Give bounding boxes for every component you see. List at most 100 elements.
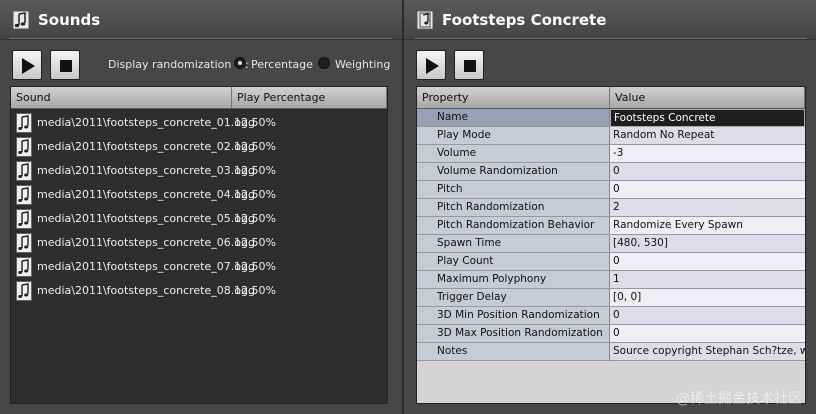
property-row[interactable]: Pitch Randomization 2 bbox=[417, 199, 805, 217]
properties-title: Footsteps Concrete bbox=[442, 11, 607, 29]
play-percentage: 12.50% bbox=[234, 284, 276, 297]
property-value[interactable]: 2 bbox=[610, 199, 805, 217]
property-name: Pitch Randomization Behavior bbox=[417, 217, 610, 235]
property-row[interactable]: 3D Min Position Randomization 0 bbox=[417, 307, 805, 325]
sound-file-icon bbox=[16, 281, 32, 301]
property-row[interactable]: Play Count 0 bbox=[417, 253, 805, 271]
sound-file-name: media\2011\footsteps_concrete_06.ogg bbox=[37, 236, 255, 249]
list-item[interactable]: media\2011\footsteps_concrete_02.ogg 12.5… bbox=[11, 135, 387, 159]
property-name: Volume bbox=[417, 145, 610, 163]
sound-file-name: media\2011\footsteps_concrete_04.ogg bbox=[37, 188, 255, 201]
play-icon bbox=[426, 58, 439, 74]
property-row[interactable]: Pitch 0 bbox=[417, 181, 805, 199]
property-value[interactable]: 0 bbox=[610, 325, 805, 343]
property-value[interactable]: 0 bbox=[610, 253, 805, 271]
sound-file-name: media\2011\footsteps_concrete_08.ogg bbox=[37, 284, 255, 297]
percentage-radio-label[interactable]: Percentage bbox=[251, 58, 313, 71]
stop-icon bbox=[464, 60, 476, 72]
property-value[interactable]: -3 bbox=[610, 145, 805, 163]
percentage-radio[interactable] bbox=[234, 57, 246, 69]
play-icon bbox=[22, 58, 35, 74]
property-name: Name bbox=[417, 109, 610, 127]
stop-icon bbox=[60, 60, 72, 72]
sound-file-icon bbox=[16, 113, 32, 133]
sound-file-icon bbox=[16, 137, 32, 157]
property-row[interactable]: Name Footsteps Concrete bbox=[417, 109, 805, 127]
property-name: Volume Randomization bbox=[417, 163, 610, 181]
stop-button[interactable] bbox=[50, 50, 80, 80]
property-value[interactable]: 0 bbox=[610, 181, 805, 199]
play-percentage: 12.50% bbox=[234, 236, 276, 249]
sounds-title: Sounds bbox=[38, 11, 101, 29]
watermark: @稀土掘金技术社区 bbox=[676, 391, 802, 407]
play-button[interactable] bbox=[12, 50, 42, 80]
property-value[interactable]: [0, 0] bbox=[610, 289, 805, 307]
play-percentage: 12.50% bbox=[234, 212, 276, 225]
sound-file-name: media\2011\footsteps_concrete_05.ogg bbox=[37, 212, 255, 225]
property-grid[interactable]: Property Value Name Footsteps Concrete Pla… bbox=[416, 86, 806, 404]
list-item[interactable]: media\2011\footsteps_concrete_07.ogg 12.5… bbox=[11, 255, 387, 279]
property-value[interactable]: 0 bbox=[610, 163, 805, 181]
sound-file-icon bbox=[16, 161, 32, 181]
stop-button[interactable] bbox=[454, 50, 484, 80]
property-row[interactable]: Pitch Randomization Behavior Randomize Ev… bbox=[417, 217, 805, 235]
property-row[interactable]: Play Mode Random No Repeat bbox=[417, 127, 805, 145]
weighting-radio-label[interactable]: Weighting bbox=[335, 58, 390, 71]
property-name: Play Count bbox=[417, 253, 610, 271]
column-header-sound[interactable]: Sound bbox=[11, 87, 232, 109]
play-button[interactable] bbox=[416, 50, 446, 80]
play-percentage: 12.50% bbox=[234, 164, 276, 177]
property-value[interactable]: Footsteps Concrete bbox=[610, 109, 805, 127]
property-name: 3D Max Position Randomization bbox=[417, 325, 610, 343]
property-name: Pitch bbox=[417, 181, 610, 199]
property-value[interactable]: 0 bbox=[610, 307, 805, 325]
property-name: Trigger Delay bbox=[417, 289, 610, 307]
play-percentage: 12.50% bbox=[234, 260, 276, 273]
property-name: Play Mode bbox=[417, 127, 610, 145]
title-divider bbox=[10, 38, 392, 39]
sounds-title-bar: Sounds bbox=[0, 0, 402, 40]
list-item[interactable]: media\2011\footsteps_concrete_01.ogg 12.5… bbox=[11, 111, 387, 135]
randomization-label: Display randomization in: bbox=[108, 58, 249, 71]
list-item[interactable]: media\2011\footsteps_concrete_03.ogg 12.5… bbox=[11, 159, 387, 183]
property-row[interactable]: Volume -3 bbox=[417, 145, 805, 163]
property-value[interactable]: [480, 530] bbox=[610, 235, 805, 253]
column-header-property[interactable]: Property bbox=[417, 87, 610, 109]
sound-list[interactable]: Sound Play Percentage media\2011\footste… bbox=[10, 86, 388, 404]
property-value[interactable]: 1 bbox=[610, 271, 805, 289]
list-item[interactable]: media\2011\footsteps_concrete_05.ogg 12.5… bbox=[11, 207, 387, 231]
sound-file-icon bbox=[16, 233, 32, 253]
property-row[interactable]: Maximum Polyphony 1 bbox=[417, 271, 805, 289]
list-item[interactable]: media\2011\footsteps_concrete_06.ogg 12.5… bbox=[11, 231, 387, 255]
property-value[interactable]: Randomize Every Spawn bbox=[610, 217, 805, 235]
property-name: Pitch Randomization bbox=[417, 199, 610, 217]
column-header-value[interactable]: Value bbox=[610, 87, 805, 109]
property-row[interactable]: Trigger Delay [0, 0] bbox=[417, 289, 805, 307]
property-value[interactable]: Random No Repeat bbox=[610, 127, 805, 145]
sound-file-name: media\2011\footsteps_concrete_02.ogg bbox=[37, 140, 255, 153]
music-note-icon bbox=[12, 10, 30, 30]
property-row[interactable]: Volume Randomization 0 bbox=[417, 163, 805, 181]
weighting-radio[interactable] bbox=[318, 57, 330, 69]
sound-file-icon bbox=[16, 209, 32, 229]
title-divider bbox=[414, 38, 806, 39]
properties-title-bar: Footsteps Concrete bbox=[404, 0, 816, 40]
property-row[interactable]: Notes Source copyright Stephan Sch?tze, w… bbox=[417, 343, 805, 361]
property-value[interactable]: Source copyright Stephan Sch?tze, w... bbox=[610, 343, 805, 361]
sound-file-icon bbox=[16, 185, 32, 205]
play-percentage: 12.50% bbox=[234, 116, 276, 129]
list-item[interactable]: media\2011\footsteps_concrete_08.ogg 12.5… bbox=[11, 279, 387, 303]
sound-file-name: media\2011\footsteps_concrete_01.ogg bbox=[37, 116, 255, 129]
sound-file-name: media\2011\footsteps_concrete_07.ogg bbox=[37, 260, 255, 273]
property-row[interactable]: 3D Max Position Randomization 0 bbox=[417, 325, 805, 343]
property-name: 3D Min Position Randomization bbox=[417, 307, 610, 325]
sound-file-name: media\2011\footsteps_concrete_03.ogg bbox=[37, 164, 255, 177]
column-header-play-percentage[interactable]: Play Percentage bbox=[232, 87, 387, 109]
play-percentage: 12.50% bbox=[234, 188, 276, 201]
list-item[interactable]: media\2011\footsteps_concrete_04.ogg 12.5… bbox=[11, 183, 387, 207]
property-row[interactable]: Spawn Time [480, 530] bbox=[417, 235, 805, 253]
sound-file-icon bbox=[16, 257, 32, 277]
property-name: Spawn Time bbox=[417, 235, 610, 253]
music-note-icon bbox=[416, 10, 434, 30]
sounds-panel: Sounds Display randomization in: Percent… bbox=[0, 0, 402, 414]
